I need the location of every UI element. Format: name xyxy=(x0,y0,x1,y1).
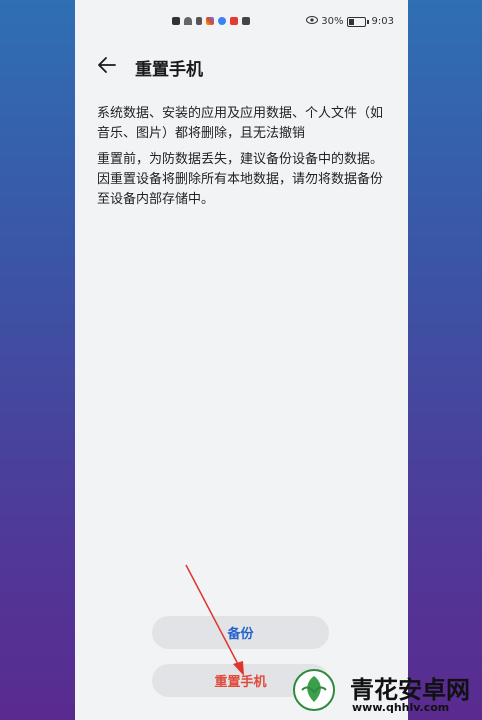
backup-button[interactable]: 备份 xyxy=(152,616,329,649)
app-icon xyxy=(242,17,250,25)
battery-icon xyxy=(346,16,366,27)
clock: 9:03 xyxy=(371,16,394,27)
app-icon xyxy=(218,17,226,25)
hourglass-icon xyxy=(196,17,202,25)
settings-screen: 30% 9:03 重置手机 系统数据、安装的应用及应用数据、个人文件（如音乐、图… xyxy=(75,0,408,720)
header: 重置手机 xyxy=(75,52,408,82)
notification-icons xyxy=(172,17,250,25)
eye-icon xyxy=(306,16,319,27)
watermark-logo-icon xyxy=(293,669,335,711)
wifi-icon xyxy=(184,17,192,25)
alert-icon xyxy=(172,17,180,25)
page-title: 重置手机 xyxy=(135,60,203,80)
battery-percent: 30% xyxy=(321,16,344,27)
watermark-title: 青花安卓网 xyxy=(350,676,470,704)
battery-tip xyxy=(366,19,369,24)
app-icon xyxy=(206,17,214,25)
watermark: 青花安卓网 www.qhhlv.com xyxy=(282,664,482,720)
status-right: 30% 9:03 xyxy=(306,16,394,27)
app-icon xyxy=(230,17,238,25)
warning-paragraph: 系统数据、安装的应用及应用数据、个人文件（如音乐、图片）都将删除，且无法撤销 xyxy=(97,106,384,141)
watermark-url: www.qhhlv.com xyxy=(352,701,450,714)
backup-advice-paragraph: 重置前，为防数据丢失，建议备份设备中的数据。因重置设备将删除所有本地数据，请勿将… xyxy=(97,152,384,207)
back-arrow-icon[interactable] xyxy=(97,55,117,75)
status-bar: 30% 9:03 xyxy=(75,12,408,32)
